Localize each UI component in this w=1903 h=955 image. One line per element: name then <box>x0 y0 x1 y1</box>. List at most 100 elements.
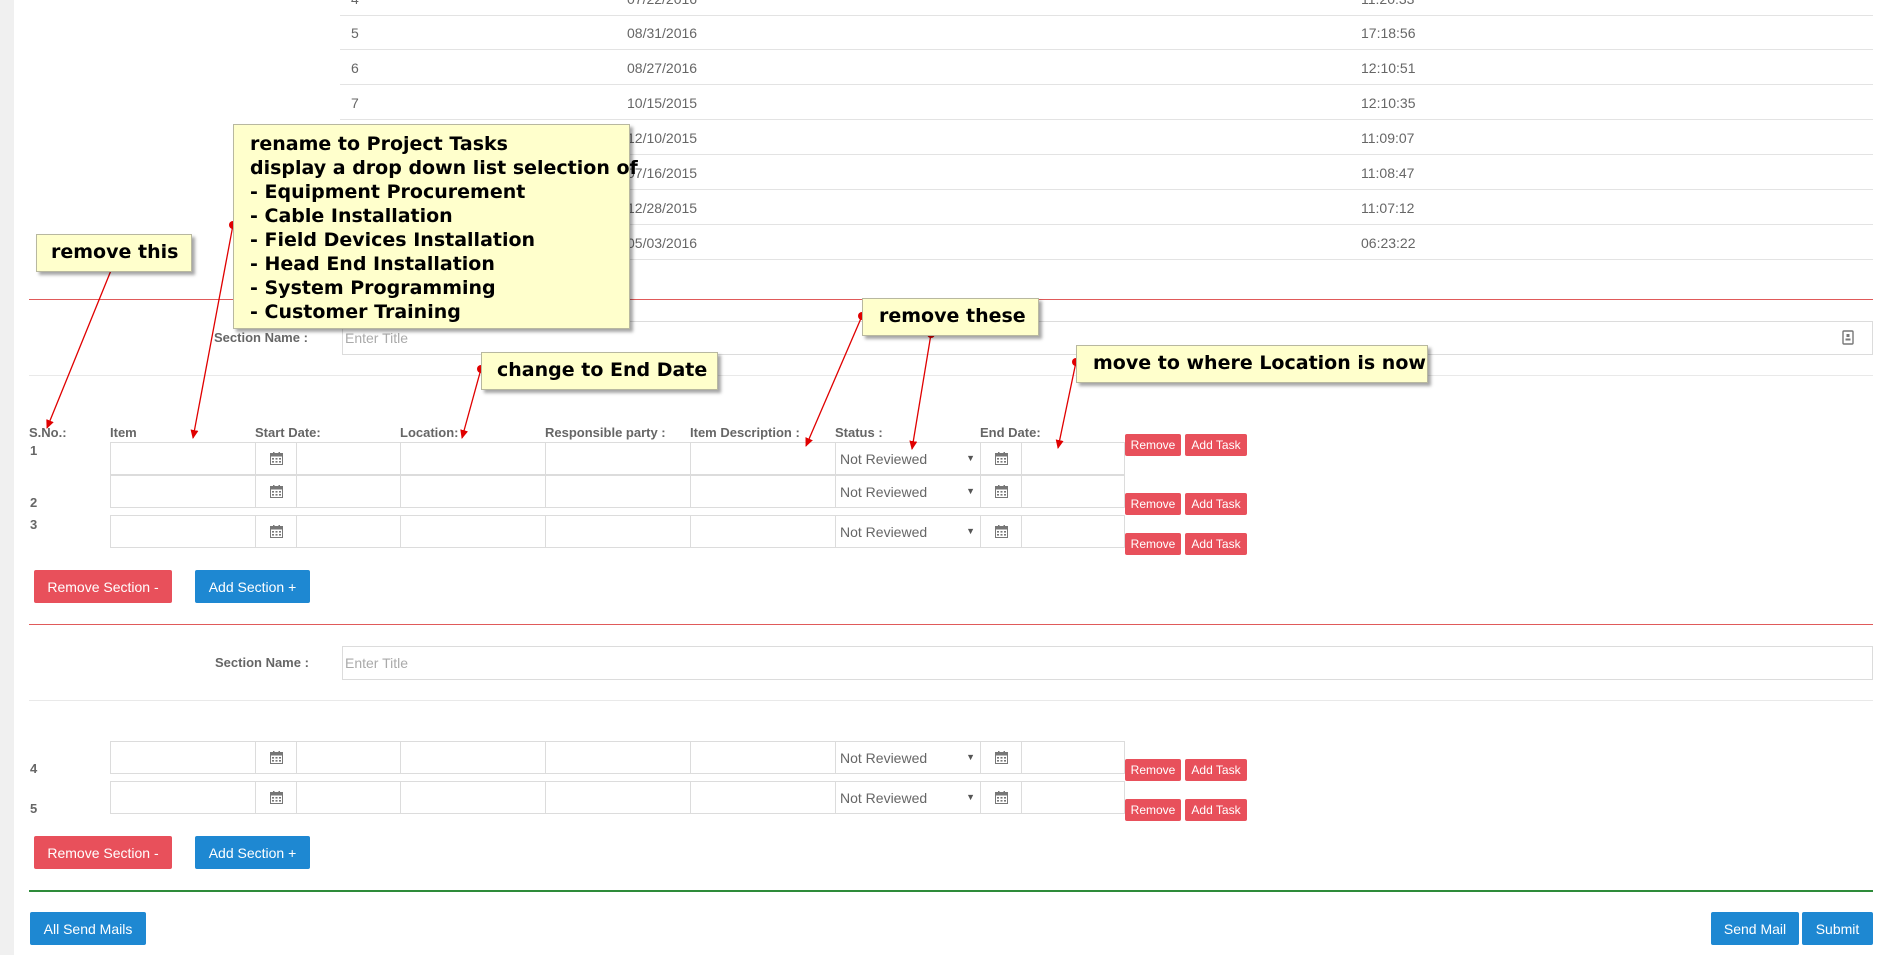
history-date: 12/28/2015 <box>627 200 698 216</box>
location-input[interactable] <box>400 442 546 475</box>
row-serial-number: 3 <box>30 517 38 532</box>
status-select[interactable]: Not Reviewed ▼ <box>835 475 981 508</box>
add-task-button[interactable]: Add Task <box>1185 759 1247 781</box>
calendar-icon[interactable] <box>255 781 297 814</box>
status-select-value: Not Reviewed <box>840 750 928 766</box>
chevron-down-icon: ▼ <box>966 792 975 802</box>
item-description-input[interactable] <box>690 515 836 548</box>
location-input[interactable] <box>400 741 546 774</box>
item-description-input[interactable] <box>690 475 836 508</box>
history-row: 4 07/22/2016 11:20:33 <box>340 0 1873 16</box>
add-section-button[interactable]: Add Section + <box>195 570 310 603</box>
section-name-divider <box>29 700 1873 701</box>
item-input[interactable] <box>110 475 256 508</box>
status-select-value: Not Reviewed <box>840 484 928 500</box>
note-project-tasks: rename to Project Tasks display a drop do… <box>233 124 638 329</box>
arrow-remove-this <box>46 267 113 429</box>
all-send-mails-button[interactable]: All Send Mails <box>30 912 146 945</box>
start-date-input[interactable] <box>296 515 401 548</box>
start-date-input[interactable] <box>296 781 401 814</box>
calendar-icon[interactable] <box>255 515 297 548</box>
history-date: 08/27/2016 <box>627 60 698 76</box>
responsible-party-input[interactable] <box>545 515 691 548</box>
remove-row-button[interactable]: Remove <box>1125 799 1181 821</box>
end-date-input[interactable] <box>1021 475 1125 508</box>
header-sno: S.No.: <box>29 425 67 440</box>
responsible-party-input[interactable] <box>545 475 691 508</box>
remove-row-button[interactable]: Remove <box>1125 533 1181 555</box>
send-mail-button[interactable]: Send Mail <box>1711 912 1799 945</box>
remove-row-button[interactable]: Remove <box>1125 434 1181 456</box>
item-input[interactable] <box>110 442 256 475</box>
end-date-input[interactable] <box>1021 442 1125 475</box>
history-date: 08/31/2016 <box>627 25 698 41</box>
history-time: 11:09:07 <box>1361 130 1415 146</box>
calendar-icon[interactable] <box>255 442 297 475</box>
section-name-label: Section Name : <box>214 330 308 345</box>
row-serial-number: 5 <box>30 801 38 816</box>
location-input[interactable] <box>400 475 546 508</box>
note-line: - Head End Installation <box>250 253 495 275</box>
item-input[interactable] <box>110 741 256 774</box>
calendar-icon[interactable] <box>980 515 1022 548</box>
history-row: 6 08/27/2016 12:10:51 <box>340 50 1873 85</box>
add-task-button[interactable]: Add Task <box>1185 434 1247 456</box>
end-date-input[interactable] <box>1021 741 1125 774</box>
location-input[interactable] <box>400 515 546 548</box>
calendar-icon[interactable] <box>980 442 1022 475</box>
calendar-icon[interactable] <box>255 741 297 774</box>
responsible-party-input[interactable] <box>545 781 691 814</box>
start-date-input[interactable] <box>296 442 401 475</box>
status-select[interactable]: Not Reviewed ▼ <box>835 781 981 814</box>
calendar-icon[interactable] <box>980 781 1022 814</box>
history-date: 07/22/2016 <box>627 0 697 7</box>
history-time: 17:18:56 <box>1361 25 1416 41</box>
header-start-date: Start Date: <box>255 425 321 440</box>
chevron-down-icon: ▼ <box>966 486 975 496</box>
note-remove-this: remove this <box>36 234 192 272</box>
item-description-input[interactable] <box>690 442 836 475</box>
header-item-description: Item Description : <box>690 425 800 440</box>
history-number: 6 <box>351 60 359 76</box>
status-select-value: Not Reviewed <box>840 790 928 806</box>
item-input[interactable] <box>110 781 256 814</box>
status-select[interactable]: Not Reviewed ▼ <box>835 741 981 774</box>
note-line: rename to Project Tasks <box>250 133 508 155</box>
start-date-input[interactable] <box>296 475 401 508</box>
item-input[interactable] <box>110 515 256 548</box>
end-date-input[interactable] <box>1021 781 1125 814</box>
header-status: Status : <box>835 425 883 440</box>
section-title-input[interactable]: Enter Title <box>342 646 1873 680</box>
remove-row-button[interactable]: Remove <box>1125 759 1181 781</box>
calendar-icon[interactable] <box>980 741 1022 774</box>
footer-divider <box>29 890 1873 892</box>
add-task-button[interactable]: Add Task <box>1185 533 1247 555</box>
chevron-down-icon: ▼ <box>966 526 975 536</box>
calendar-icon[interactable] <box>255 475 297 508</box>
history-number: 5 <box>351 25 359 41</box>
status-select[interactable]: Not Reviewed ▼ <box>835 515 981 548</box>
responsible-party-input[interactable] <box>545 741 691 774</box>
start-date-input[interactable] <box>296 741 401 774</box>
location-input[interactable] <box>400 781 546 814</box>
history-time: 11:08:47 <box>1361 165 1415 181</box>
remove-section-button[interactable]: Remove Section - <box>34 836 172 869</box>
add-task-button[interactable]: Add Task <box>1185 493 1247 515</box>
item-description-input[interactable] <box>690 781 836 814</box>
submit-button[interactable]: Submit <box>1802 912 1873 945</box>
contact-card-icon[interactable] <box>1842 330 1854 348</box>
header-item: Item <box>110 425 137 440</box>
add-section-button[interactable]: Add Section + <box>195 836 310 869</box>
calendar-icon[interactable] <box>980 475 1022 508</box>
section-name-label: Section Name : <box>215 655 309 670</box>
history-date: 12/10/2015 <box>627 130 698 146</box>
item-description-input[interactable] <box>690 741 836 774</box>
end-date-input[interactable] <box>1021 515 1125 548</box>
remove-row-button[interactable]: Remove <box>1125 493 1181 515</box>
responsible-party-input[interactable] <box>545 442 691 475</box>
remove-section-button[interactable]: Remove Section - <box>34 570 172 603</box>
note-line: - System Programming <box>250 277 496 299</box>
add-task-button[interactable]: Add Task <box>1185 799 1247 821</box>
status-select[interactable]: Not Reviewed ▼ <box>835 442 981 475</box>
header-location: Location: <box>400 425 459 440</box>
